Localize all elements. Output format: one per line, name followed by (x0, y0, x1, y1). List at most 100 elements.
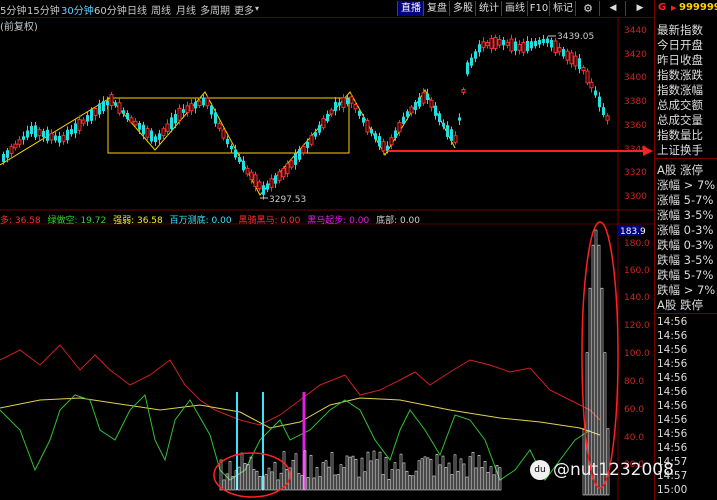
histogram-bar (399, 453, 403, 491)
candle-body (341, 97, 346, 109)
candle-body (185, 105, 190, 113)
candle-body (557, 47, 562, 53)
candle-body (294, 153, 297, 165)
stock-code: 999999 (679, 2, 717, 13)
histogram-bar (249, 456, 253, 491)
histogram-bar (477, 454, 481, 491)
indicator-tick: 40.0 (624, 433, 644, 443)
candle-body (493, 36, 498, 49)
candle-body (409, 106, 414, 114)
candle-body (298, 149, 301, 160)
histogram-bar (591, 244, 595, 496)
candle-body (314, 132, 317, 137)
candle-body (394, 130, 397, 138)
candle-body (478, 44, 481, 53)
candle-body (129, 117, 134, 123)
candle-body (461, 88, 466, 94)
candle-body (346, 98, 349, 105)
candle-body (13, 143, 18, 149)
tick-time: 14:56 (657, 316, 688, 328)
candle-body (438, 113, 441, 123)
candle-body (257, 181, 262, 190)
histogram-bar (495, 465, 499, 491)
histogram-bar (438, 464, 442, 491)
stat-up-3-5: 涨幅 3-5% (657, 208, 714, 222)
candle-body (74, 123, 77, 134)
candle-body (9, 146, 14, 154)
candle-body (81, 119, 86, 124)
indicator-lines (0, 344, 601, 481)
histogram-bar (450, 474, 454, 491)
candle-body (326, 113, 329, 122)
candle-body (221, 129, 226, 139)
candle-body (334, 101, 337, 111)
tick-time: 14:56 (657, 358, 688, 370)
histogram-bar (243, 463, 247, 491)
stat-limit-down: A股 跌停 (657, 298, 704, 312)
info-latest-index: 最新指数 (657, 23, 703, 37)
histogram-bar (354, 458, 358, 491)
histogram-bar (357, 476, 361, 491)
candle-body (594, 90, 597, 96)
price-tick: 3320 (624, 168, 647, 178)
histogram-bar (390, 469, 394, 491)
candle-body (234, 149, 237, 158)
candle-body (182, 109, 185, 113)
tick-time: 14:56 (657, 372, 688, 384)
candle-body (106, 100, 109, 106)
candle-body (165, 123, 170, 132)
indicator-legend-item: 百万测底: 0.00 (169, 216, 232, 226)
histogram-bar (345, 455, 349, 491)
histogram-bar (492, 474, 496, 491)
histogram-bar (393, 462, 397, 491)
low-annotation: 3297.53 (260, 195, 306, 205)
histogram-bar (369, 460, 373, 491)
candle-body (150, 130, 153, 142)
candle-body (161, 128, 166, 137)
tick-time: 14:56 (657, 428, 688, 440)
candle-body (374, 133, 377, 140)
indicator-current-value: 183.9 (620, 227, 646, 237)
indicator-legend-item: 绿做空: 19.72 (47, 216, 107, 226)
candle-body (429, 99, 434, 108)
stat-up-7: 涨幅 > 7% (657, 178, 716, 192)
candle-body (126, 112, 129, 120)
indicator-tick: 140.0 (624, 293, 650, 303)
indicator-yellow-line (0, 397, 601, 436)
stock-header[interactable]: G ▶ 999999 (655, 0, 717, 18)
histogram-bar (312, 477, 316, 491)
candle-body (349, 96, 354, 104)
candle-body (542, 38, 545, 43)
candle-body (565, 50, 570, 61)
histogram-bar (318, 476, 322, 491)
histogram-bar (444, 467, 448, 491)
info-volume: 总成交量 (657, 113, 703, 127)
histogram-bar (411, 475, 415, 491)
watermark-logo-icon: du (530, 460, 550, 480)
stat-up-5-7: 涨幅 5-7% (657, 193, 714, 207)
candle-body (514, 41, 517, 51)
candle-body (517, 44, 522, 51)
candle-body (197, 100, 202, 107)
candle-body (86, 115, 89, 122)
price-axis: 3440 3420 3400 3380 3360 3340 3320 3300 (624, 26, 647, 202)
candle-body (174, 114, 177, 124)
bottom-histogram (219, 229, 610, 496)
price-tick: 3360 (624, 121, 647, 131)
kline-chart[interactable]: 3440 3420 3400 3380 3360 3340 3320 3300 … (0, 0, 654, 500)
candle-body (546, 38, 549, 43)
histogram-bar (414, 470, 418, 491)
indicator-legend-item: 多: 36.58 (0, 216, 41, 226)
price-tick: 3440 (624, 26, 647, 36)
candle-body (378, 136, 381, 147)
candle-body (585, 70, 590, 84)
histogram-bar (408, 475, 412, 491)
histogram-bar (237, 466, 241, 491)
stat-down-7: 跌幅 > 7% (657, 283, 716, 297)
histogram-bar (351, 455, 355, 491)
histogram-bar (462, 463, 466, 491)
histogram-bar (471, 451, 475, 491)
histogram-bar (447, 462, 451, 491)
histogram-bar (423, 456, 427, 491)
candle-body (365, 120, 370, 133)
